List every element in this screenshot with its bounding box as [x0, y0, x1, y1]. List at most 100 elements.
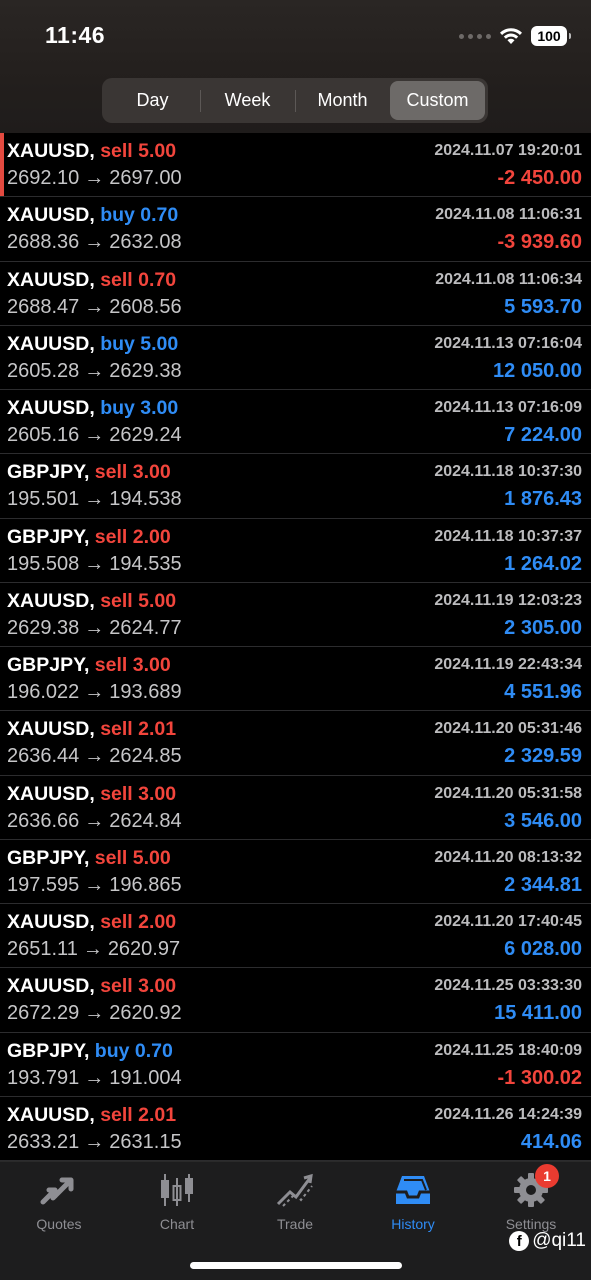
- trade-direction: sell: [100, 782, 133, 805]
- trade-symbol: XAUUSD,: [7, 1103, 95, 1126]
- trade-symbol: XAUUSD,: [7, 332, 95, 355]
- trade-symbol: XAUUSD,: [7, 397, 95, 419]
- close-price: 191.004: [109, 1066, 182, 1089]
- quotes-arrows-icon: [39, 1170, 79, 1210]
- trade-direction: sell: [94, 654, 128, 676]
- trade-row[interactable]: XAUUSD, sell 3.00 2672.29 → 2620.92 2024.11.…: [0, 968, 591, 1033]
- trade-row[interactable]: XAUUSD, sell 2.01 2633.21 → 2631.15 2024.11.…: [0, 1097, 591, 1161]
- trade-row[interactable]: XAUUSD, buy 0.70 2688.36 → 2632.08 2024.11.0…: [0, 197, 591, 262]
- tab-history[interactable]: History: [354, 1170, 472, 1240]
- segment-day[interactable]: Day: [105, 81, 200, 120]
- trade-row[interactable]: XAUUSD, buy 3.00 2605.16 → 2629.24 2024.11.1…: [0, 390, 591, 455]
- watermark-text: @qi11: [532, 1230, 586, 1251]
- trade-row[interactable]: GBPJPY, sell 2.00 195.508 → 194.535 2024.11.…: [0, 519, 591, 583]
- home-indicator[interactable]: [190, 1262, 402, 1269]
- trade-direction: sell: [100, 140, 133, 162]
- trade-prices: 2672.29 → 2620.92: [7, 1002, 182, 1025]
- trade-time: 2024.11.20 17:40:45: [434, 913, 582, 930]
- trade-row[interactable]: XAUUSD, sell 2.00 2651.11 → 2620.97 2024.11.…: [0, 904, 591, 969]
- trade-symbol-line: GBPJPY, sell 3.00: [7, 461, 171, 484]
- tab-trade[interactable]: Trade: [236, 1170, 354, 1240]
- trade-volume: 3.00: [138, 782, 177, 805]
- trade-symbol-line: XAUUSD, sell 2.01: [7, 718, 176, 741]
- arrow-right-icon: →: [84, 1066, 105, 1089]
- trade-time: 2024.11.20 05:31:46: [434, 720, 582, 738]
- period-segmented-control: Day Week Month Custom: [102, 78, 488, 123]
- trade-symbol-line: XAUUSD, sell 5.00: [7, 140, 176, 163]
- tab-chart[interactable]: Chart: [118, 1170, 236, 1240]
- trade-row[interactable]: XAUUSD, sell 0.70 2688.47 → 2608.56 2024.11.…: [0, 262, 591, 326]
- trade-symbol: XAUUSD,: [7, 140, 95, 162]
- arrow-right-icon: →: [84, 681, 105, 703]
- trade-symbol-line: GBPJPY, buy 0.70: [7, 1040, 173, 1063]
- segment-custom[interactable]: Custom: [390, 81, 485, 120]
- open-price: 2672.29: [7, 1002, 80, 1025]
- trade-time: 2024.11.25 03:33:30: [434, 977, 582, 995]
- trade-row[interactable]: XAUUSD, sell 2.01 2636.44 → 2624.85 2024.11.…: [0, 711, 591, 776]
- close-price: 2620.97: [107, 938, 181, 960]
- trade-direction: sell: [94, 525, 128, 548]
- trade-symbol: XAUUSD,: [7, 975, 95, 998]
- trade-prices: 2605.16 → 2629.24: [7, 424, 182, 447]
- candlestick-icon: [157, 1170, 197, 1210]
- trade-prices: 195.508 → 194.535: [7, 553, 182, 576]
- trade-row[interactable]: XAUUSD, buy 5.00 2605.28 → 2629.38 2024.11.1…: [0, 326, 591, 390]
- close-price: 194.535: [109, 552, 182, 575]
- trade-volume: 3.00: [140, 397, 179, 419]
- trade-prices: 2688.47 → 2608.56: [7, 296, 182, 319]
- status-bar: 11:46 100: [0, 0, 591, 70]
- trade-volume: 3.00: [132, 461, 171, 484]
- open-price: 2605.16: [7, 424, 80, 446]
- trade-time: 2024.11.18 10:37:30: [434, 463, 582, 481]
- trade-symbol-line: XAUUSD, sell 3.00: [7, 783, 176, 806]
- trade-volume: 5.00: [138, 140, 177, 162]
- battery-level: 100: [537, 28, 561, 44]
- trade-time: 2024.11.08 11:06:34: [435, 270, 582, 288]
- segment-week[interactable]: Week: [200, 81, 295, 120]
- trade-profit: 1 264.02: [504, 552, 582, 575]
- trade-profit: 15 411.00: [494, 1002, 582, 1025]
- arrow-right-icon: →: [84, 167, 105, 189]
- trade-symbol-line: XAUUSD, sell 5.00: [7, 590, 176, 613]
- segment-month[interactable]: Month: [295, 81, 390, 120]
- trade-prices: 2692.10 → 2697.00: [7, 167, 182, 190]
- trade-row[interactable]: XAUUSD, sell 5.00 2692.10 → 2697.00 2024.11.…: [0, 133, 591, 198]
- trade-volume: 5.00: [132, 846, 171, 869]
- trade-row[interactable]: GBPJPY, buy 0.70 193.791 → 191.004 2024.11.2…: [0, 1033, 591, 1097]
- close-price: 194.538: [109, 488, 182, 511]
- trade-symbol-line: GBPJPY, sell 3.00: [7, 654, 171, 677]
- trade-row[interactable]: XAUUSD, sell 5.00 2629.38 → 2624.77 2024.11.…: [0, 583, 591, 647]
- arrow-right-icon: →: [84, 231, 105, 254]
- trade-symbol-line: XAUUSD, sell 2.00: [7, 911, 176, 934]
- trade-symbol-line: XAUUSD, buy 0.70: [7, 204, 178, 227]
- trade-symbol-line: GBPJPY, sell 5.00: [7, 847, 171, 870]
- trade-volume: 2.01: [138, 718, 177, 741]
- close-price: 2697.00: [109, 167, 182, 189]
- status-time: 11:46: [45, 22, 106, 48]
- trade-row[interactable]: GBPJPY, sell 3.00 195.501 → 194.538 2024.11.…: [0, 454, 591, 519]
- trade-symbol: GBPJPY,: [7, 846, 90, 869]
- trade-symbol: GBPJPY,: [7, 525, 90, 548]
- close-price: 2624.85: [109, 745, 182, 768]
- trade-direction: buy: [100, 332, 135, 355]
- open-price: 2633.21: [7, 1130, 80, 1153]
- trade-prices: 2651.11 → 2620.97: [7, 938, 180, 961]
- trade-prices: 197.595 → 196.865: [7, 874, 182, 897]
- tab-quotes[interactable]: Quotes: [0, 1170, 118, 1240]
- trade-volume: 0.70: [138, 268, 177, 291]
- trade-profit: 414.06: [520, 1130, 582, 1153]
- gear-icon: 1: [511, 1164, 559, 1210]
- trade-symbol: XAUUSD,: [7, 718, 95, 741]
- trade-row[interactable]: GBPJPY, sell 3.00 196.022 → 193.689 2024.11.…: [0, 647, 591, 712]
- trade-profit: -1 300.02: [497, 1066, 582, 1089]
- trade-time: 2024.11.08 11:06:31: [435, 206, 582, 224]
- trade-prices: 2636.44 → 2624.85: [7, 745, 182, 768]
- trade-row[interactable]: GBPJPY, sell 5.00 197.595 → 196.865 2024.11.…: [0, 840, 591, 904]
- trade-time: 2024.11.20 08:13:32: [434, 848, 582, 866]
- trade-direction: buy: [100, 204, 135, 227]
- trade-row[interactable]: XAUUSD, sell 3.00 2636.66 → 2624.84 2024.11.…: [0, 776, 591, 840]
- trade-symbol: XAUUSD,: [7, 911, 95, 933]
- trade-profit: 2 329.59: [504, 745, 582, 768]
- inbox-tray-icon: [393, 1170, 433, 1210]
- trade-profit: 7 224.00: [504, 424, 582, 446]
